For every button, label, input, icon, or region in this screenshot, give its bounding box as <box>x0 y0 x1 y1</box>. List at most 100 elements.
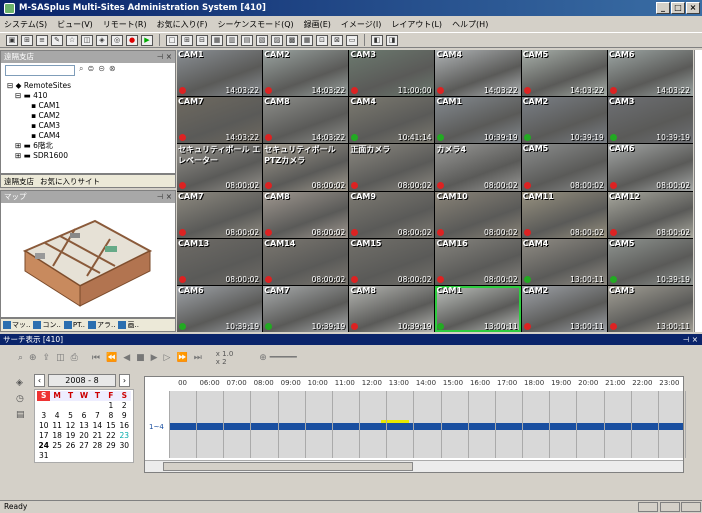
list-icon[interactable]: ≡ <box>36 34 48 46</box>
first-frame-icon[interactable]: ⏮ <box>92 353 100 363</box>
calendar-day[interactable] <box>104 451 117 461</box>
camera-tile[interactable]: CAM1 14:03:22 <box>177 50 263 97</box>
calendar-day[interactable]: 7 <box>91 411 104 421</box>
camera-tile[interactable]: CAM6 08:00:02 <box>607 144 693 191</box>
time-cursor[interactable] <box>381 420 409 423</box>
fast-reverse-icon[interactable]: ⏪ <box>106 353 117 363</box>
camera-tile[interactable]: CAM5 14:03:22 <box>521 50 607 97</box>
calendar-day[interactable] <box>50 401 63 411</box>
camera-tile[interactable]: CAM6 14:03:22 <box>607 50 693 97</box>
recording-bar[interactable] <box>169 423 683 430</box>
calendar-day[interactable] <box>37 401 50 411</box>
calendar-day[interactable]: 16 <box>118 421 131 431</box>
save-icon[interactable]: ▣ <box>6 34 18 46</box>
calendar-day[interactable] <box>50 451 63 461</box>
edit-icon[interactable]: ✎ <box>51 34 63 46</box>
floor-plan-image[interactable] <box>15 211 155 311</box>
tree-item-remotesites[interactable]: ⊟ ◆ RemoteSites <box>7 81 71 91</box>
calendar-day[interactable]: 18 <box>50 431 63 441</box>
clear-icon[interactable]: ⊗ <box>109 64 116 74</box>
filter-icon[interactable]: ⊜ <box>87 64 94 74</box>
tree-item-cam3[interactable]: ▪ CAM3 <box>7 121 71 131</box>
camera-tile[interactable]: CAM12 08:00:02 <box>607 191 693 238</box>
menu-favorites[interactable]: お気に入り(F) <box>157 19 208 30</box>
menu-sequence[interactable]: シーケンスモード(Q) <box>217 19 293 30</box>
tree-item-sdr1600[interactable]: ⊞ ▬ SDR1600 <box>7 151 71 161</box>
calendar-day[interactable]: 2 <box>118 401 131 411</box>
play-icon[interactable]: ▶ <box>151 353 158 363</box>
calendar-day[interactable]: 10 <box>37 421 50 431</box>
maximize-button[interactable]: □ <box>671 2 685 14</box>
snapshot-icon[interactable]: ◫ <box>56 353 65 363</box>
tree-item-cam4[interactable]: ▪ CAM4 <box>7 131 71 141</box>
list-view-icon[interactable]: ▤ <box>16 410 25 420</box>
calendar-day[interactable]: 4 <box>50 411 63 421</box>
menu-help[interactable]: ヘルプ(H) <box>452 19 488 30</box>
calendar-day[interactable]: 11 <box>50 421 63 431</box>
camera-tile[interactable]: CAM4 10:41:14 <box>349 97 435 144</box>
next-month-button[interactable]: › <box>119 374 130 387</box>
sequence-icon[interactable]: ▶ <box>141 34 153 46</box>
menu-layout[interactable]: レイアウト(L) <box>391 19 442 30</box>
calendar-day[interactable]: 21 <box>91 431 104 441</box>
menu-image[interactable]: イメージ(I) <box>341 19 381 30</box>
camera-tile[interactable]: CAM5 08:00:02 <box>521 144 607 191</box>
calendar-day[interactable] <box>118 451 131 461</box>
calendar-icon[interactable]: ◈ <box>16 378 25 388</box>
reverse-icon[interactable]: ◀ <box>123 353 130 363</box>
tab-favorite-sites[interactable]: お気に入りサイト <box>40 176 100 187</box>
star-icon[interactable]: ☆ <box>66 34 78 46</box>
tab-remote-sites[interactable]: 遠隔支店 <box>4 176 34 187</box>
camera-icon[interactable]: ◫ <box>81 34 93 46</box>
camera-tile[interactable]: CAM14 08:00:02 <box>263 238 349 285</box>
prev-month-button[interactable]: ‹ <box>34 374 45 387</box>
calendar-day[interactable]: 1 <box>104 401 117 411</box>
layout-20-icon[interactable]: ▨ <box>271 34 283 46</box>
menu-remote[interactable]: リモート(R) <box>103 19 147 30</box>
calendar-day[interactable]: 15 <box>104 421 117 431</box>
timeline-scrollbar[interactable] <box>145 460 683 472</box>
camera-tile[interactable]: CAM3 13:00:11 <box>607 285 693 332</box>
tab-image[interactable]: 画.. <box>118 320 139 330</box>
speed-control[interactable]: x 1.0 x 2 <box>216 350 234 366</box>
camera-tile[interactable]: CAM4 14:03:22 <box>435 50 521 97</box>
calendar-day[interactable] <box>77 451 90 461</box>
camera-tile[interactable]: CAM2 14:03:22 <box>263 50 349 97</box>
calendar-day[interactable]: 24 <box>37 441 50 451</box>
calendar-day[interactable]: 8 <box>104 411 117 421</box>
calendar-day[interactable]: 28 <box>91 441 104 451</box>
calendar-day[interactable]: 27 <box>77 441 90 451</box>
timeline[interactable]: 00 06:00 07:00 08:00 09:00 10:00 11:00 12:00 13:… <box>144 376 686 473</box>
fast-forward-icon[interactable]: ⏩ <box>176 353 187 363</box>
layout-13-icon[interactable]: ▤ <box>241 34 253 46</box>
network-icon[interactable]: ◎ <box>111 34 123 46</box>
stop-icon[interactable]: ■ <box>136 353 145 363</box>
camera-tile[interactable]: 正面カメラ 08:00:02 <box>349 144 435 191</box>
next-page-icon[interactable]: ◨ <box>386 34 398 46</box>
prev-page-icon[interactable]: ◧ <box>371 34 383 46</box>
camera-tile[interactable]: CAM10 08:00:02 <box>435 191 521 238</box>
calendar-day[interactable]: 22 <box>104 431 117 441</box>
calendar-day[interactable]: 29 <box>104 441 117 451</box>
camera-tile[interactable]: CAM11 08:00:02 <box>521 191 607 238</box>
layout-10-icon[interactable]: ▥ <box>226 34 238 46</box>
layout-36-icon[interactable]: ▦ <box>301 34 313 46</box>
camera-tile[interactable]: CAM7 10:39:19 <box>263 285 349 332</box>
camera-tile[interactable]: CAM2 10:39:19 <box>521 97 607 144</box>
tab-map[interactable]: マッ.. <box>3 320 30 330</box>
calendar-day[interactable]: 25 <box>50 441 63 451</box>
tree-item-cam1[interactable]: ▪ CAM1 <box>7 101 71 111</box>
calendar-day[interactable]: 19 <box>64 431 77 441</box>
layout-custom-icon[interactable]: ⊠ <box>331 34 343 46</box>
search-icon[interactable]: ⌕ <box>79 64 83 74</box>
zoom-slider[interactable]: ⊕ ━━━━━ <box>259 353 297 363</box>
print-icon[interactable]: ⎙ <box>71 353 78 363</box>
calendar-day[interactable]: 12 <box>64 421 77 431</box>
camera-tile[interactable]: CAM1 10:39:19 <box>435 97 521 144</box>
camera-tile[interactable]: カメラ4 08:00:02 <box>435 144 521 191</box>
calendar-day[interactable] <box>91 451 104 461</box>
calendar-day[interactable]: 14 <box>91 421 104 431</box>
calendar-day[interactable] <box>77 401 90 411</box>
camera-tile[interactable]: CAM16 08:00:02 <box>435 238 521 285</box>
camera-tile[interactable]: CAM9 08:00:02 <box>349 191 435 238</box>
